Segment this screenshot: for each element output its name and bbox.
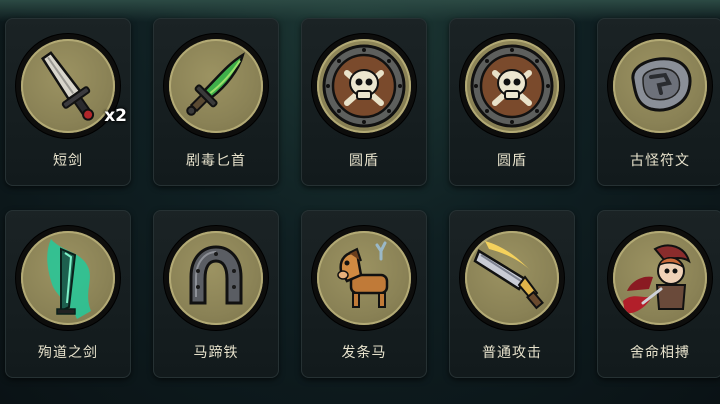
item-card-round-shield-2[interactable]: 圆盾 xyxy=(449,18,575,186)
item-medal xyxy=(312,226,416,330)
strange-rune-icon xyxy=(631,57,692,112)
poison-dagger-icon xyxy=(186,52,245,116)
item-medal xyxy=(16,226,120,330)
item-card-horseshoe[interactable]: 马蹄铁 xyxy=(153,210,279,378)
item-card-strange-rune[interactable]: 古怪符文 xyxy=(597,18,720,186)
item-card-poison-dagger[interactable]: 剧毒匕首 xyxy=(153,18,279,186)
item-card-clockwork-horse[interactable]: 发条马 xyxy=(301,210,427,378)
item-grid: x2 短剑 剧毒匕首 圆盾 圆盾 古怪符文 殉道之剑 马蹄铁 发条马 普通攻击 … xyxy=(0,0,720,404)
skull-shield-icon xyxy=(322,44,406,128)
skull-shield-icon xyxy=(470,44,554,128)
item-label: 舍命相搏 xyxy=(630,345,690,361)
item-medal xyxy=(608,34,712,138)
item-label: 剧毒匕首 xyxy=(186,153,246,169)
item-count-badge: x2 xyxy=(104,106,127,126)
horseshoe-icon xyxy=(189,245,243,305)
item-label: 发条马 xyxy=(341,345,387,361)
basic-attack-icon xyxy=(473,241,544,310)
item-card-martyr-sword[interactable]: 殉道之剑 xyxy=(5,210,131,378)
item-medal xyxy=(164,226,268,330)
item-label: 马蹄铁 xyxy=(193,345,239,361)
item-card-desperate-strike[interactable]: 舍命相搏 xyxy=(597,210,720,378)
inventory-screen: x2 短剑 剧毒匕首 圆盾 圆盾 古怪符文 殉道之剑 马蹄铁 发条马 普通攻击 … xyxy=(0,0,720,404)
martyr-sword-icon xyxy=(47,239,91,319)
item-label: 圆盾 xyxy=(497,153,527,169)
item-card-round-shield-1[interactable]: 圆盾 xyxy=(301,18,427,186)
desperate-strike-icon xyxy=(623,244,691,314)
item-label: 古怪符文 xyxy=(630,153,690,169)
item-label: 短剑 xyxy=(53,153,83,169)
dagger-icon xyxy=(40,51,95,121)
item-medal xyxy=(460,34,564,138)
item-medal xyxy=(312,34,416,138)
item-medal xyxy=(608,226,712,330)
item-label: 普通攻击 xyxy=(482,345,542,361)
item-medal xyxy=(460,226,564,330)
item-card-dagger[interactable]: x2 短剑 xyxy=(5,18,131,186)
clockwork-horse-icon xyxy=(337,241,389,308)
item-label: 圆盾 xyxy=(349,153,379,169)
item-card-basic-attack[interactable]: 普通攻击 xyxy=(449,210,575,378)
item-label: 殉道之剑 xyxy=(38,345,98,361)
item-medal xyxy=(164,34,268,138)
